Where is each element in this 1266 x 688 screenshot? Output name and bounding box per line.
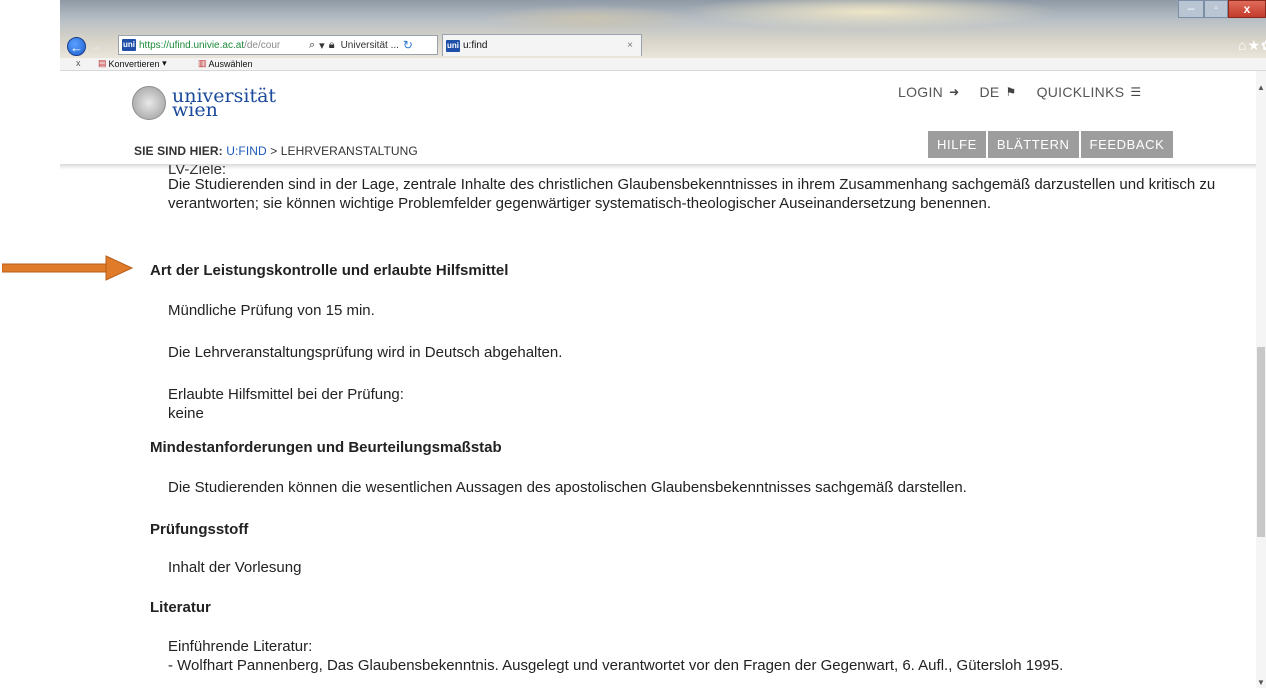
breadcrumb-label: SIE SIND HIER: — [134, 144, 223, 158]
convert-menu[interactable]: ▤ Konvertieren ▾ — [98, 58, 167, 69]
language-switch[interactable]: DE ⚑ — [979, 84, 1016, 100]
header-buttons: HILFE BLÄTTERN FEEDBACK — [928, 131, 1174, 158]
course-details: LV-Ziele: Die Studierenden sind in der L… — [0, 165, 1266, 688]
command-bar-close-icon[interactable]: x — [76, 58, 81, 68]
literature-text: Einführende Literatur: - Wolfhart Pannen… — [168, 637, 1248, 675]
home-favorites-settings-icons[interactable]: ⌂★✿ — [1238, 37, 1266, 55]
assessment-text: Mündliche Prüfung von 15 min. — [168, 302, 375, 319]
breadcrumb-separator: > — [270, 144, 278, 158]
address-bar[interactable]: uni https://ufind.univie.ac.at/de/cour ⌕… — [118, 35, 438, 55]
top-links: LOGIN ➜ DE ⚑ QUICKLINKS ☰ — [898, 84, 1141, 100]
refresh-icon[interactable]: ↻ — [403, 38, 413, 52]
scrollbar-thumb[interactable] — [1257, 347, 1265, 537]
literature-entry: - Wolfhart Pannenberg, Das Glaubensbeken… — [168, 657, 1064, 674]
url-host: https://ufind.univie.ac.at — [139, 39, 245, 51]
select-button[interactable]: ▥ Auswählen — [198, 58, 253, 69]
breadcrumb: SIE SIND HIER: U:FIND > LEHRVERANSTALTUN… — [134, 144, 418, 158]
assessment-text: Die Lehrveranstaltungsprüfung wird in De… — [168, 344, 563, 361]
logo-text: universität wien — [172, 87, 276, 120]
convert-label: Konvertieren — [108, 58, 160, 69]
forward-button[interactable]: → — [88, 39, 102, 53]
tab-title: u:find — [463, 40, 488, 51]
quicklinks-menu[interactable]: QUICKLINKS ☰ — [1037, 84, 1142, 100]
command-bar: x ▤ Konvertieren ▾ ▥ Auswählen — [60, 58, 1266, 71]
vertical-scrollbar[interactable]: ▲ ▼ — [1256, 71, 1266, 688]
university-logo[interactable]: universität wien — [132, 86, 276, 120]
pdf-icon: ▤ — [98, 58, 107, 68]
allowed-aids: Erlaubte Hilfsmittel bei der Prüfung: ke… — [168, 385, 404, 423]
site-favicon-icon: uni — [122, 39, 136, 51]
browse-button[interactable]: BLÄTTERN — [987, 131, 1079, 158]
site-identity[interactable]: Universität ... — [341, 40, 399, 51]
lock-icon[interactable]: 🔒︎ — [329, 39, 335, 52]
requirements-text: Die Studierenden können die wesentlichen… — [168, 479, 967, 496]
section-heading-assessment: Art der Leistungskontrolle und erlaubte … — [150, 262, 509, 279]
section-heading-literature: Literatur — [150, 599, 211, 616]
feedback-button[interactable]: FEEDBACK — [1080, 131, 1174, 158]
url-path: /de/cour — [244, 39, 281, 51]
dropdown-icon[interactable]: ▾ — [319, 39, 325, 52]
select-label: Auswählen — [208, 58, 253, 69]
select-icon: ▥ — [198, 58, 207, 68]
allowed-aids-value: keine — [168, 405, 204, 422]
help-button[interactable]: HILFE — [928, 131, 986, 158]
section-heading-requirements: Mindestanforderungen und Beurteilungsmaß… — [150, 439, 502, 456]
url-text[interactable]: https://ufind.univie.ac.at/de/cour — [139, 40, 307, 51]
scroll-down-icon[interactable]: ▼ — [1256, 678, 1266, 688]
login-icon: ➜ — [949, 85, 960, 99]
goals-text: Die Studierenden sind in der Lage, zentr… — [168, 176, 1216, 212]
background-decoration — [480, 5, 700, 33]
scroll-up-icon[interactable]: ▲ — [1256, 83, 1266, 93]
tab-close-icon[interactable]: × — [627, 40, 641, 51]
allowed-aids-label: Erlaubte Hilfsmittel bei der Prüfung: — [168, 386, 404, 403]
university-seal-icon — [132, 86, 166, 120]
literature-label: Einführende Literatur: — [168, 638, 313, 655]
breadcrumb-link-ufind[interactable]: U:FIND — [226, 144, 267, 158]
annotation-arrow-icon — [2, 255, 134, 281]
quicklinks-label: QUICKLINKS — [1036, 84, 1125, 100]
section-heading-exam-material: Prüfungsstoff — [150, 521, 249, 538]
window-close-button[interactable]: x — [1228, 0, 1266, 18]
login-link[interactable]: LOGIN ➜ — [898, 84, 959, 100]
breadcrumb-current: LEHRVERANSTALTUNG — [280, 144, 418, 158]
back-button[interactable]: ← — [67, 37, 86, 56]
browser-tab[interactable]: uni u:find × — [442, 34, 642, 56]
chevron-down-icon: ▾ — [162, 58, 167, 68]
window-minimize-button[interactable]: – — [1178, 0, 1204, 18]
background-decoration — [680, 0, 1060, 30]
flag-icon: ⚑ — [1005, 85, 1017, 99]
language-label: DE — [979, 84, 1000, 100]
tab-favicon-icon: uni — [446, 39, 460, 52]
exam-material-text: Inhalt der Vorlesung — [168, 559, 302, 576]
menu-icon: ☰ — [1130, 85, 1142, 99]
window-maximize-button[interactable]: ▫ — [1204, 0, 1228, 18]
login-label: LOGIN — [898, 84, 944, 100]
search-icon[interactable]: ⌕ — [309, 39, 315, 52]
